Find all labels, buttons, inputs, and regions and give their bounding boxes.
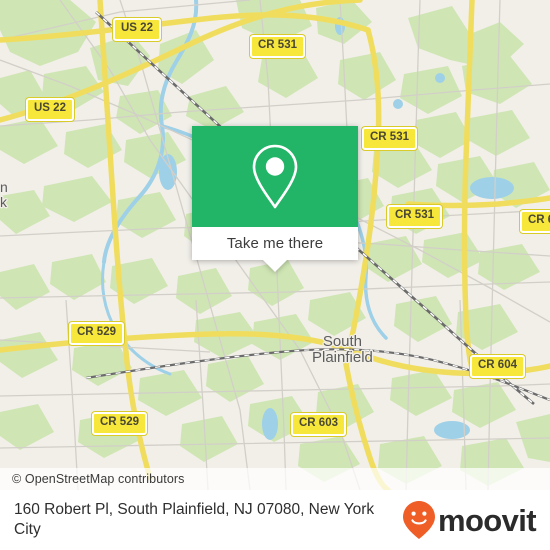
road-shield: CR 604 xyxy=(470,355,525,378)
take-me-there-button[interactable]: Take me there xyxy=(192,227,358,260)
moovit-wordmark: moovit xyxy=(437,502,537,538)
road-shield: US 22 xyxy=(113,18,161,41)
address-text: 160 Robert Pl, South Plainfield, NJ 0708… xyxy=(14,500,375,538)
place-label: South Plainfield xyxy=(312,333,373,366)
callout-pointer-arrow xyxy=(263,260,287,272)
place-label: n k xyxy=(0,179,8,210)
moovit-map-card: US 22 CR 531 US 22 CR 531 CR 531 CR 60 CR 529 C… xyxy=(0,0,550,550)
moovit-pin-smile-icon xyxy=(402,501,435,539)
road-shield: US 22 xyxy=(26,98,74,121)
map-attribution-bar: © OpenStreetMap contributors xyxy=(0,468,550,490)
road-shield: CR 531 xyxy=(387,205,442,228)
road-shield: CR 529 xyxy=(92,412,147,435)
road-shield: CR 603 xyxy=(291,413,346,436)
osm-attribution-text: © OpenStreetMap contributors xyxy=(12,472,185,486)
location-pin-icon xyxy=(252,144,298,208)
location-callout-card[interactable]: Take me there xyxy=(192,126,358,272)
road-shield: CR 531 xyxy=(250,35,305,58)
road-shield: CR 529 xyxy=(69,322,124,345)
moovit-logo[interactable]: moovit xyxy=(402,500,537,540)
footer-bar: 160 Robert Pl, South Plainfield, NJ 0708… xyxy=(0,490,550,550)
road-shield: CR 531 xyxy=(362,127,417,150)
take-me-there-label: Take me there xyxy=(226,235,324,252)
map-canvas[interactable]: US 22 CR 531 US 22 CR 531 CR 531 CR 60 CR 529 C… xyxy=(0,0,550,490)
callout-image-area xyxy=(192,126,358,227)
road-shield: CR 60 xyxy=(520,210,550,233)
